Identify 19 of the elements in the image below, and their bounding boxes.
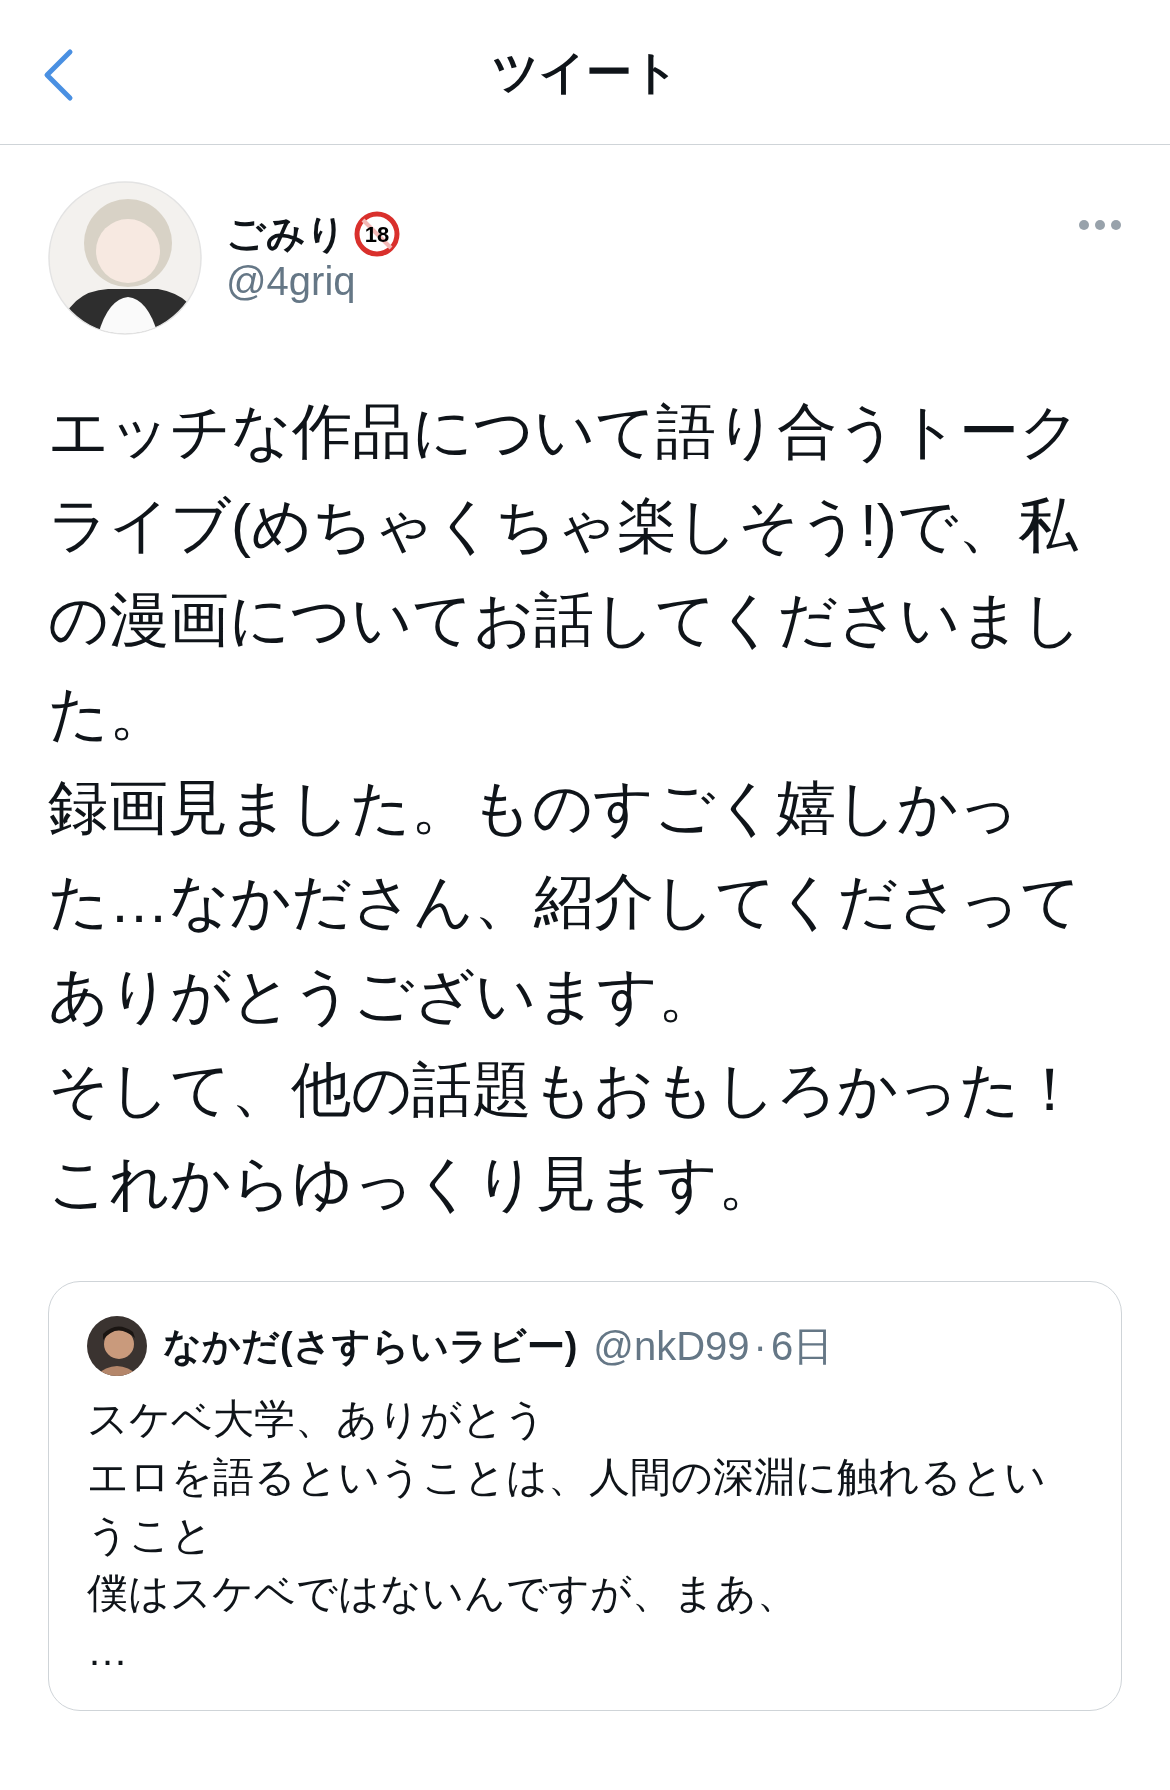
timestamp: 6日 [770, 1323, 834, 1370]
page-title: ツイート [491, 44, 679, 100]
user-handle[interactable]: @4griq [226, 257, 1078, 306]
avatar [87, 1316, 147, 1376]
text-paragraph: スケベ大学、ありがとう [87, 1395, 547, 1444]
text-paragraph: そして、他の話題もおもしろかった！ [48, 1055, 1081, 1125]
separator-dot: · [753, 1323, 767, 1370]
age-restriction-icon: 18 [354, 211, 400, 257]
text-paragraph: これからゆっくり見ます。 [48, 1149, 779, 1219]
user-name[interactable]: ごみり [226, 210, 346, 258]
text-paragraph: エッチな作品について語り合うトークライブ(めちゃくちゃ楽しそう!)で、私の漫画についてお話してくださいました。 [48, 397, 1083, 749]
quoted-user-name: なかだ(さすらいラビー) [163, 1323, 578, 1369]
text-paragraph: 僕はスケベではないんですが、まあ、 [87, 1569, 799, 1618]
text-paragraph: 録画見ました。ものすごく嬉しかった…なかださん、紹介してくださってありがとうございます。 [48, 773, 1082, 1031]
more-icon[interactable] [1078, 219, 1122, 231]
quoted-user-handle: @nkD99 [593, 1323, 750, 1370]
quoted-tweet-card[interactable]: なかだ(さすらいラビー) @nkD99·6日 スケベ大学、ありがとう エロを語るということは、人間の深淵に触れるということ 僕はスケベではないんですが、まあ、 … [48, 1281, 1122, 1711]
text-paragraph: エロを語るということは、人間の深淵に触れるということ [87, 1453, 1047, 1560]
text-paragraph: … [87, 1627, 129, 1676]
